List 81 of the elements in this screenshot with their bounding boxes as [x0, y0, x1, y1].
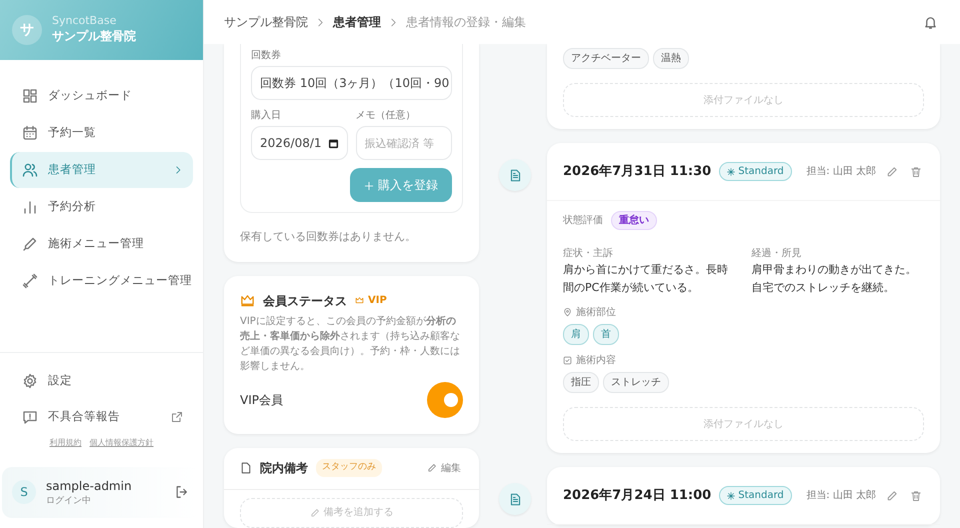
tag: アクチベーター — [563, 48, 649, 69]
nav-item[interactable]: 予約分析 — [10, 189, 193, 225]
message-alert-icon — [22, 408, 38, 424]
settings-icon — [22, 372, 38, 388]
plan-badge: Standard — [719, 486, 792, 506]
nav-item[interactable]: トレーニングメニュー管理 — [10, 263, 193, 299]
nav-item[interactable]: 予約一覧 — [10, 115, 193, 151]
bar-chart-icon — [22, 199, 38, 215]
toggle-label: VIP会員 — [240, 392, 283, 408]
empty-message: 保有している回数券はありません。 — [240, 229, 417, 245]
nav-item[interactable]: ダッシュボード — [10, 78, 193, 114]
date-field[interactable]: 2026/08/1 — [251, 126, 348, 160]
record-date: 2026年7月24日 11:00 — [563, 487, 712, 506]
section-label: 施術部位 — [563, 305, 924, 320]
document-icon — [508, 492, 522, 506]
tag: ストレッチ — [603, 372, 669, 394]
breadcrumb-item: 患者情報の登録・編集 — [406, 14, 526, 31]
clinic-name: サンプル整骨院 — [52, 28, 136, 46]
document-icon — [508, 168, 522, 182]
staff-only-badge: スタッフのみ — [316, 459, 382, 477]
field-text: 肩から首にかけて重だるさ。長時間のPC作業が続いている。 — [563, 262, 729, 296]
tag: 指圧 — [563, 372, 599, 394]
card-title: 院内備考 — [260, 460, 308, 477]
breadcrumb-item[interactable]: 患者管理 — [333, 13, 381, 31]
crown-icon — [355, 296, 364, 305]
vip-toggle[interactable] — [427, 382, 463, 418]
breadcrumb-item[interactable]: サンプル整骨院 — [224, 13, 308, 31]
nav-item[interactable]: 患者管理 — [10, 152, 193, 188]
field-label: 状態評価 — [563, 214, 603, 228]
calendar-icon — [328, 138, 338, 148]
nav-item[interactable]: 設定 — [10, 362, 193, 398]
nav-item[interactable]: 施術メニュー管理 — [10, 226, 193, 262]
chevron-right-icon — [316, 18, 325, 26]
sparkle-icon — [727, 492, 736, 500]
field-label: 回数券 — [251, 48, 282, 63]
pencil-icon — [886, 490, 898, 502]
description: VIPに設定すると、この会員の予約金額が分析の売上・客単価から除外されます（持ち込み顧客など単価の異なる会員向け）。予約・枠・人数には影響しません。 — [240, 314, 461, 374]
dashboard-icon — [22, 88, 38, 104]
document-icon — [240, 462, 252, 474]
ticket-select[interactable]: 回数券 10回（3ヶ月）（10回・90 — [251, 66, 452, 100]
section-label: 施術内容 — [563, 353, 924, 368]
tag: 首 — [593, 324, 619, 346]
card-title: 会員ステータス — [263, 292, 347, 310]
staff-name: 担当: 山田 太郎 — [806, 488, 876, 504]
edit-button[interactable]: 編集 — [425, 458, 463, 478]
nav-item[interactable]: 不具合等報告 — [10, 398, 193, 434]
pencil-icon — [886, 166, 898, 178]
tag: 温熱 — [653, 48, 689, 69]
logo-avatar: サ — [12, 15, 42, 45]
calendar-icon — [22, 125, 38, 141]
field-label: 購入日 — [251, 108, 282, 123]
pencil-icon — [310, 508, 320, 518]
vip-label: VIP — [355, 293, 387, 308]
record-date: 2026年7月31日 11:30 — [563, 162, 712, 181]
user-name: sample-admin — [46, 478, 133, 494]
memo-field[interactable]: 振込確認済 等 — [356, 126, 452, 160]
chevron-right-icon — [389, 18, 398, 26]
pen-icon — [22, 236, 38, 252]
plan-badge: Standard — [719, 162, 792, 181]
tag: 肩 — [563, 324, 589, 346]
login-status: ログイン中 — [46, 494, 92, 508]
field-label: 症状・主訴 — [563, 246, 614, 261]
user-avatar: S — [12, 480, 36, 504]
sparkle-icon — [727, 168, 736, 176]
field-text: 肩甲骨まわりの動きが出てきた。自宅でのストレッチを継続。 — [752, 262, 918, 296]
field-label: メモ（任意） — [356, 108, 416, 123]
condition-badge: 重怠い — [611, 211, 657, 230]
dumbbell-icon — [22, 273, 38, 289]
app-name: SyncotBase — [52, 14, 118, 28]
crown-icon — [240, 293, 255, 308]
logout-icon — [175, 485, 189, 500]
plus-icon — [364, 180, 374, 191]
users-icon — [22, 162, 38, 178]
trash-icon — [910, 166, 922, 178]
location-pin-icon — [563, 308, 572, 318]
bell-icon — [923, 14, 938, 30]
pencil-icon — [427, 463, 437, 473]
field-label: 経過・所見 — [752, 246, 802, 261]
checkbox-icon — [563, 356, 572, 366]
staff-name: 担当: 山田 太郎 — [806, 164, 876, 179]
trash-icon — [910, 490, 922, 502]
